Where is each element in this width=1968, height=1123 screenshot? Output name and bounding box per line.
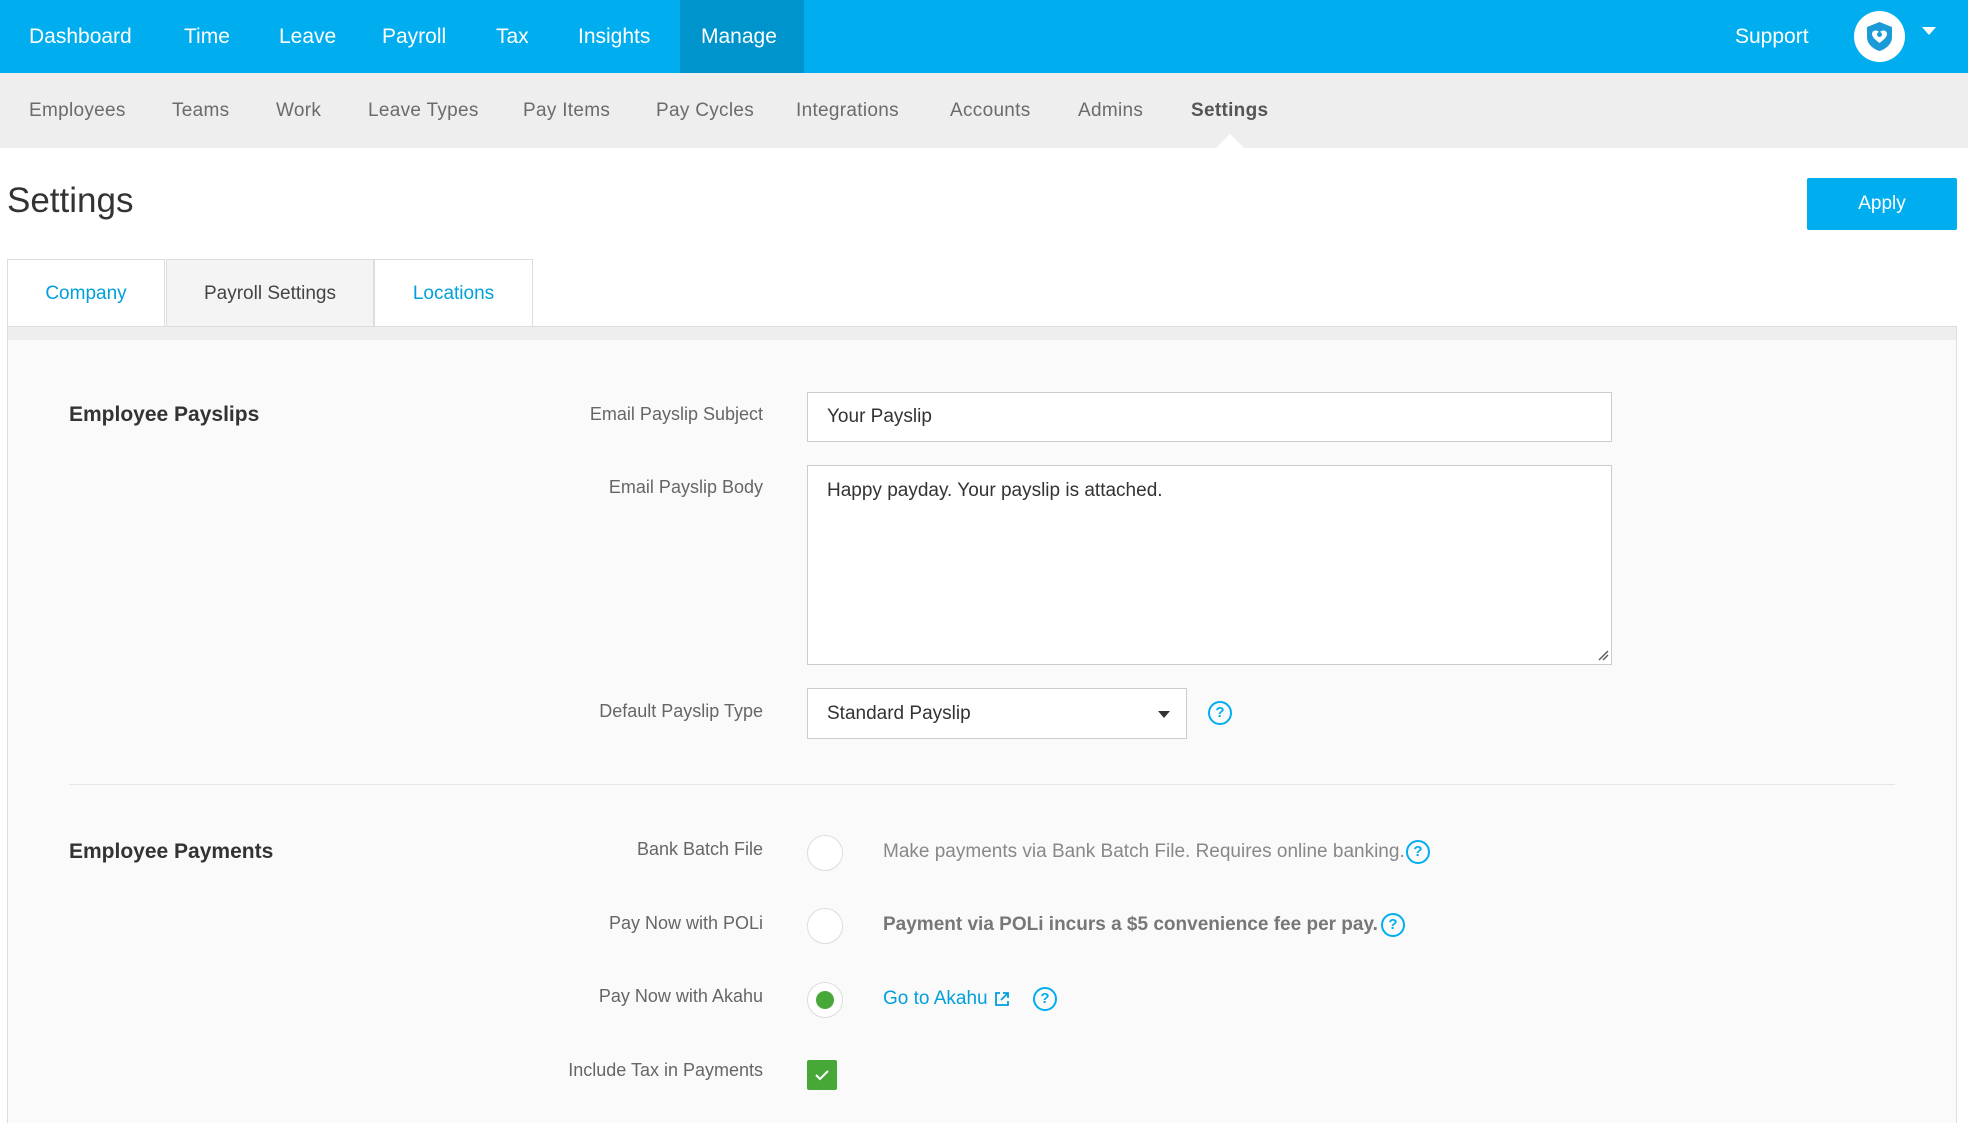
subnav-integrations[interactable]: Integrations	[796, 73, 899, 148]
subnav-work[interactable]: Work	[276, 73, 321, 148]
radio-selected-dot	[816, 991, 834, 1009]
payslip-body-input[interactable]	[807, 465, 1612, 665]
help-icon[interactable]: ?	[1033, 987, 1057, 1011]
resize-grip-icon[interactable]	[1597, 649, 1609, 661]
apply-button[interactable]: Apply	[1807, 178, 1957, 230]
bank-batch-label: Bank Batch File	[636, 839, 763, 859]
payslip-type-value: Standard Payslip	[827, 703, 971, 724]
help-icon[interactable]: ?	[1406, 840, 1430, 864]
subnav-employees[interactable]: Employees	[29, 73, 126, 148]
section-divider	[69, 784, 1895, 785]
subnav-pay-cycles[interactable]: Pay Cycles	[656, 73, 754, 148]
akahu-label: Pay Now with Akahu	[598, 986, 763, 1006]
bank-batch-radio[interactable]	[807, 835, 843, 871]
top-nav: Dashboard Time Leave Payroll Tax Insight…	[0, 0, 1968, 73]
nav-time[interactable]: Time	[155, 0, 259, 73]
help-icon[interactable]: ?	[1208, 701, 1232, 725]
nav-insights[interactable]: Insights	[549, 0, 679, 73]
body-label: Email Payslip Body	[608, 477, 763, 497]
chevron-down-icon[interactable]	[1922, 27, 1936, 35]
nav-dashboard[interactable]: Dashboard	[0, 0, 161, 73]
include-tax-checkbox[interactable]	[807, 1060, 837, 1090]
tab-strip	[7, 326, 1957, 341]
tab-locations[interactable]: Locations	[374, 259, 533, 327]
go-to-akahu-link[interactable]: Go to Akahu	[883, 988, 988, 1010]
section-title-payments: Employee Payments	[69, 840, 274, 863]
subject-label: Email Payslip Subject	[589, 404, 763, 424]
section-title-payslips: Employee Payslips	[69, 403, 260, 426]
avatar[interactable]	[1854, 11, 1905, 62]
active-pointer	[1216, 134, 1244, 148]
heart-shield-icon	[1867, 22, 1892, 51]
poli-description: Payment via POLi incurs a $5 convenience…	[883, 914, 1378, 935]
nav-leave[interactable]: Leave	[250, 0, 365, 73]
bank-batch-description: Make payments via Bank Batch File. Requi…	[883, 841, 1405, 862]
poli-radio[interactable]	[807, 908, 843, 944]
subnav-admins[interactable]: Admins	[1078, 73, 1143, 148]
nav-tax[interactable]: Tax	[467, 0, 558, 73]
support-link[interactable]: Support	[1735, 0, 1809, 73]
payslip-type-select[interactable]: Standard Payslip	[807, 688, 1187, 739]
help-icon[interactable]: ?	[1381, 913, 1405, 937]
subnav-leave-types[interactable]: Leave Types	[368, 73, 479, 148]
subnav-accounts[interactable]: Accounts	[950, 73, 1031, 148]
poli-label: Pay Now with POLi	[608, 913, 763, 933]
tab-payroll-settings[interactable]: Payroll Settings	[166, 259, 374, 327]
page-title: Settings	[7, 181, 134, 220]
subnav-teams[interactable]: Teams	[172, 73, 229, 148]
subnav-pay-items[interactable]: Pay Items	[523, 73, 610, 148]
payslip-subject-input[interactable]	[807, 392, 1612, 442]
external-link-icon[interactable]	[994, 991, 1010, 1007]
check-icon	[815, 1070, 829, 1081]
caret-down-icon	[1158, 711, 1170, 718]
nav-payroll[interactable]: Payroll	[353, 0, 475, 73]
payslip-type-label: Default Payslip Type	[599, 701, 763, 721]
nav-manage[interactable]: Manage	[680, 0, 804, 73]
include-tax-label: Include Tax in Payments	[568, 1060, 763, 1080]
sub-nav: Employees Teams Work Leave Types Pay Ite…	[0, 73, 1968, 148]
tab-company[interactable]: Company	[7, 259, 165, 327]
akahu-radio[interactable]	[807, 982, 843, 1018]
